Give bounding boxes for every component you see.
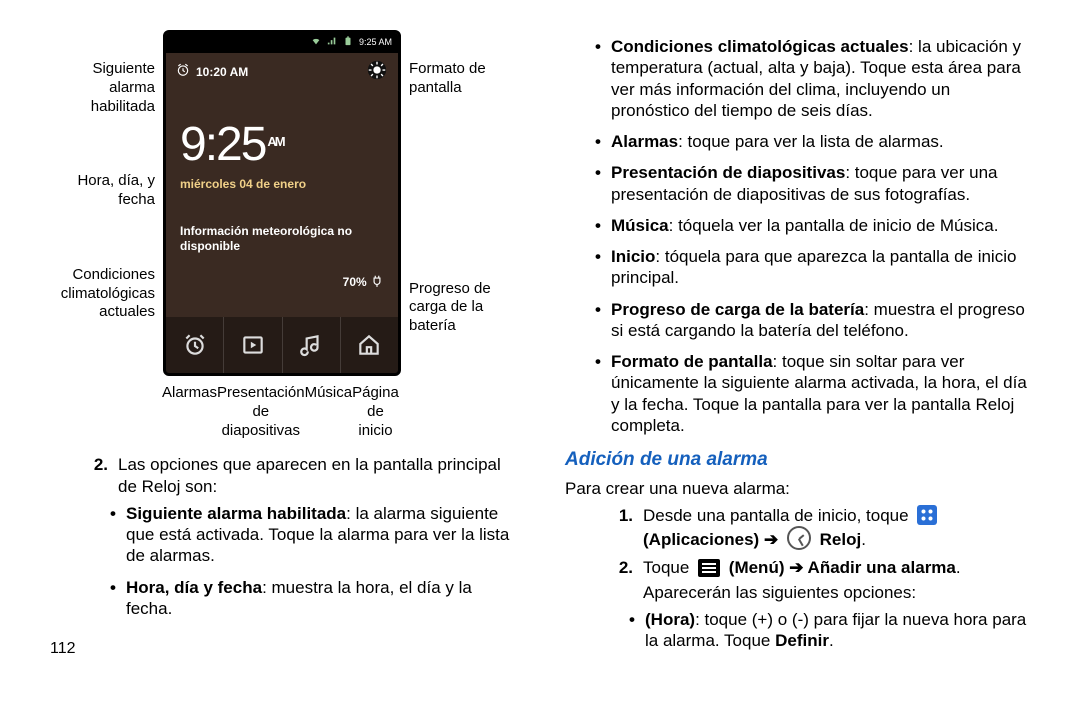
s1-text-a: Desde una pantalla de inicio, toque <box>643 506 913 525</box>
dock-alarms[interactable] <box>166 317 224 373</box>
callout-format: Formato de pantalla <box>409 60 509 98</box>
callout-next-alarm: Siguiente alarma habilitada <box>50 60 155 116</box>
brightness-icon[interactable] <box>366 59 388 85</box>
s1-period: . <box>861 530 866 549</box>
opt-slideshow-head: Presentación de diapositivas <box>611 163 845 182</box>
left-callouts: Siguiente alarma habilitada Hora, día, y… <box>50 30 155 378</box>
big-time: 9:25 <box>180 118 265 171</box>
phone-mock: 9:25 AM 10:20 AM 9:25AM miércoles <box>163 30 401 376</box>
s2-followup: Aparecerán las siguientes opciones: <box>643 582 1030 603</box>
opt-alarms-tail: : toque para ver la lista de alarmas. <box>678 132 944 151</box>
weather-area[interactable]: Información meteorológica no disponible <box>166 210 398 268</box>
step-2-number: 2. <box>90 454 108 497</box>
s2-menu-label: (Menú) ➔ Añadir una alarma <box>729 558 956 577</box>
dock-home[interactable] <box>341 317 398 373</box>
opt-weather-head: Condiciones climatológicas actuales <box>611 37 909 56</box>
subopt-hora-definir: Definir <box>775 631 829 650</box>
callout-time-date: Hora, día, y fecha <box>50 172 155 210</box>
right-callouts: Formato de pantalla Progreso de carga de… <box>409 30 509 336</box>
subopt-hora-tail: : toque (+) o (-) para fijar la nueva ho… <box>645 610 1026 650</box>
opt-weather: Condiciones climatológicas actuales: la … <box>595 36 1030 121</box>
section-heading: Adición de una alarma <box>565 448 1030 472</box>
battery-percent: 70% <box>343 275 370 289</box>
clock-display: 9:25AM miércoles 04 de enero <box>166 115 398 192</box>
dock-captions: Alarmas Presentación de diapositivas Mús… <box>162 384 394 440</box>
callout-weather: Condiciones climatológicas actuales <box>50 266 155 322</box>
opt-alarms-head: Alarmas <box>611 132 678 151</box>
caption-slideshow: Presentación de diapositivas <box>217 384 305 440</box>
opt-battery: Progreso de carga de la batería: muestra… <box>595 299 1030 342</box>
create-step-1-body: Desde una pantalla de inicio, toque (Apl… <box>643 505 1030 551</box>
create-step-2: 2. Toque (Menú) ➔ Añadir una alarma. Apa… <box>615 557 1030 604</box>
create-step-2-body: Toque (Menú) ➔ Añadir una alarma. Aparec… <box>643 557 1030 604</box>
dock <box>166 317 398 373</box>
opt-alarms: Alarmas: toque para ver la lista de alar… <box>595 131 1030 152</box>
step-2-text: Las opciones que aparecen en la pantalla… <box>118 454 515 497</box>
intro-text: Para crear una nueva alarma: <box>565 478 1030 499</box>
ampm: AM <box>267 134 283 149</box>
opt-music: Música: tóquela ver la pantalla de inici… <box>595 215 1030 236</box>
page-number: 112 <box>50 639 515 659</box>
caption-alarms: Alarmas <box>162 384 217 440</box>
s2-period: . <box>956 558 961 577</box>
opt-home: Inicio: tóquela para que aparezca la pan… <box>595 246 1030 289</box>
opt-format: Formato de pantalla: toque sin soltar pa… <box>595 351 1030 436</box>
status-bar: 9:25 AM <box>166 33 398 53</box>
options-list-right: Condiciones climatológicas actuales: la … <box>595 36 1030 436</box>
create-step-2-number: 2. <box>615 557 633 604</box>
step-2: 2. Las opciones que aparecen en la panta… <box>90 454 515 497</box>
s1-clock-label: Reloj <box>820 530 862 549</box>
subopt-hora-end: . <box>829 631 834 650</box>
opt-music-head: Música <box>611 216 669 235</box>
callout-battery: Progreso de carga de la batería <box>409 280 509 336</box>
opt-battery-head: Progreso de carga de la batería <box>611 300 864 319</box>
opt-slideshow: Presentación de diapositivas: toque para… <box>595 162 1030 205</box>
clock-icon <box>787 526 811 550</box>
sub-options: (Hora): toque (+) o (-) para fijar la nu… <box>629 609 1030 652</box>
next-alarm-row[interactable]: 10:20 AM <box>166 53 398 91</box>
dock-music[interactable] <box>283 317 341 373</box>
s1-apps-label: (Aplicaciones) <box>643 530 759 549</box>
options-list-left: Siguiente alarma habilitada: la alarma s… <box>110 503 515 619</box>
caption-home: Página de inicio <box>352 384 399 440</box>
wifi-icon <box>311 36 321 49</box>
date-text: miércoles 04 de enero <box>180 177 384 192</box>
s2-text-a: Toque <box>643 558 694 577</box>
signal-icon <box>327 36 337 49</box>
opt-next-alarm: Siguiente alarma habilitada: la alarma s… <box>110 503 515 567</box>
status-time: 9:25 AM <box>359 37 392 48</box>
subopt-hora: (Hora): toque (+) o (-) para fijar la nu… <box>629 609 1030 652</box>
opt-next-alarm-head: Siguiente alarma habilitada <box>126 504 346 523</box>
create-step-1-number: 1. <box>615 505 633 551</box>
subopt-hora-head: (Hora) <box>645 610 695 629</box>
create-step-1: 1. Desde una pantalla de inicio, toque (… <box>615 505 1030 551</box>
alarm-icon <box>176 63 190 81</box>
opt-time-date-head: Hora, día y fecha <box>126 578 262 597</box>
next-alarm-time: 10:20 AM <box>196 65 248 80</box>
battery-progress: 70% <box>166 274 398 290</box>
dock-slideshow[interactable] <box>224 317 282 373</box>
caption-music: Música <box>305 384 353 440</box>
menu-icon <box>698 559 720 577</box>
opt-home-tail: : tóquela para que aparezca la pantalla … <box>611 247 1016 287</box>
opt-music-tail: : tóquela ver la pantalla de inicio de M… <box>669 216 999 235</box>
s1-arrow: ➔ <box>764 530 783 549</box>
opt-format-head: Formato de pantalla <box>611 352 773 371</box>
opt-time-date: Hora, día y fecha: muestra la hora, el d… <box>110 577 515 620</box>
opt-home-head: Inicio <box>611 247 655 266</box>
plug-icon <box>370 275 384 289</box>
apps-icon <box>917 505 937 525</box>
battery-icon <box>343 36 353 49</box>
